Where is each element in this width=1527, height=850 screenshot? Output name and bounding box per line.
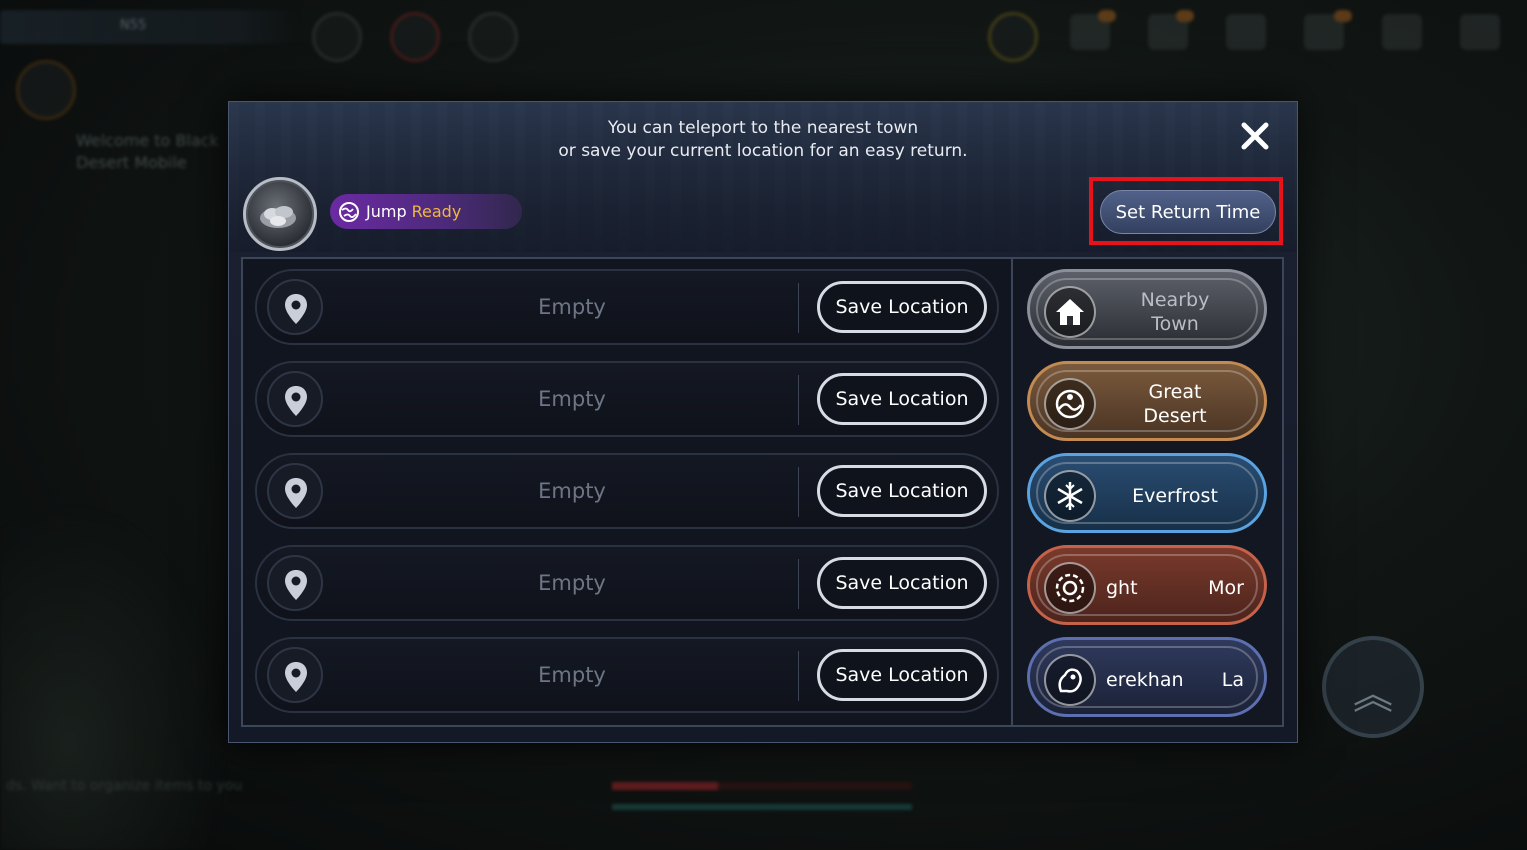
notice-line-1: You can teleport to the nearest town [607,118,919,138]
location-slot: Empty Save Location [255,453,999,529]
bg-mail-icon [1226,14,1266,50]
bg-top-bar: N55 [0,10,300,44]
bg-foliage [0,500,230,850]
destination-line-1: Nearby [1140,289,1210,311]
bg-top-bar-text: N55 [120,18,147,33]
jump-stone-medal [243,177,317,251]
slot-divider [798,467,799,517]
morning-emblem-icon [1044,562,1096,614]
bg-minimap-icon [16,60,76,120]
jump-status: Ready [411,202,462,221]
bg-bottom-text: ds. Want to organize items to you [6,778,243,794]
location-slot: Empty Save Location [255,361,999,437]
great-desert-button[interactable]: Great Desert [1027,361,1267,441]
bg-event-icon [988,12,1038,62]
nearby-town-button[interactable]: Nearby Town [1027,269,1267,349]
teleport-dialog: You can teleport to the nearest town or … [228,101,1298,743]
slot-divider [798,651,799,701]
close-icon [1241,122,1269,150]
destination-label-right: Mor [1208,577,1244,599]
bg-expand-icon [1382,14,1422,50]
slot-divider [798,559,799,609]
stone-pile-icon [260,206,296,228]
dragon-emblem-icon [1044,654,1096,706]
dialog-notice: You can teleport to the nearest town or … [229,117,1297,163]
bg-hp-fill [612,782,718,790]
slot-status: Empty [538,479,606,503]
bg-compass-icon [390,12,440,62]
pin-badge [267,647,323,703]
bg-jump-button [1322,636,1424,738]
bg-mp-bar [612,804,912,810]
bg-chat-line: Desert Mobile [76,153,187,172]
slot-status: Empty [538,295,606,319]
bg-chat-line: Welcome to Black [76,131,219,150]
bg-menu-icon [1460,14,1500,50]
pin-badge [267,463,323,519]
kamasylvia-button[interactable]: erekhan La [1027,637,1267,717]
bg-chat-text: Welcome to Black Desert Mobile [76,130,219,174]
slot-status: Empty [538,663,606,687]
bg-badge [1334,10,1352,22]
pin-badge [267,279,323,335]
destinations-panel: Nearby Town Great Desert Everfrost ght M… [1013,257,1284,727]
globe-icon [339,201,359,222]
slot-status: Empty [538,387,606,411]
house-icon [1044,286,1096,338]
map-pin-icon [285,662,307,692]
destination-label-right: La [1221,669,1244,691]
location-slot: Empty Save Location [255,637,999,713]
set-return-time-button[interactable]: Set Return Time [1100,190,1276,234]
bg-map-icon [312,12,362,62]
morning-light-button[interactable]: ght Mor [1027,545,1267,625]
snowflake-icon [1044,470,1096,522]
destination-label: Nearby Town [1100,272,1250,352]
saved-locations-panel: Empty Save Location Empty Save Location [241,257,1013,727]
location-slot: Empty Save Location [255,545,999,621]
destination-label-left: erekhan [1106,669,1184,691]
save-location-button[interactable]: Save Location [817,373,987,425]
destination-line-1: Great [1148,381,1202,403]
slot-divider [798,375,799,425]
close-button[interactable] [1237,118,1273,154]
bg-badge [1176,10,1194,22]
save-location-button[interactable]: Save Location [817,281,987,333]
location-slot: Empty Save Location [255,269,999,345]
save-location-button[interactable]: Save Location [817,557,987,609]
destination-label: ght Mor [1100,548,1250,628]
save-location-button[interactable]: Save Location [817,649,987,701]
destination-label-left: ght [1106,577,1138,599]
map-pin-icon [285,570,307,600]
save-location-button[interactable]: Save Location [817,465,987,517]
jump-status-badge: Jump Ready [330,194,522,229]
map-pin-icon [285,386,307,416]
pin-badge [267,555,323,611]
desert-emblem-icon [1044,378,1096,430]
jump-label: Jump [366,202,407,221]
bg-timer-icon [468,12,518,62]
destination-label: erekhan La [1100,640,1250,720]
destination-label: Everfrost [1132,485,1218,507]
pin-badge [267,371,323,427]
everfrost-button[interactable]: Everfrost [1027,453,1267,533]
slot-divider [798,283,799,333]
slot-status: Empty [538,571,606,595]
destination-label: Great Desert [1100,364,1250,444]
bg-badge [1098,10,1116,22]
notice-line-2: or save your current location for an eas… [558,141,968,161]
map-pin-icon [285,294,307,324]
map-pin-icon [285,478,307,508]
destination-line-2: Desert [1143,405,1207,427]
destination-line-2: Town [1151,313,1199,335]
